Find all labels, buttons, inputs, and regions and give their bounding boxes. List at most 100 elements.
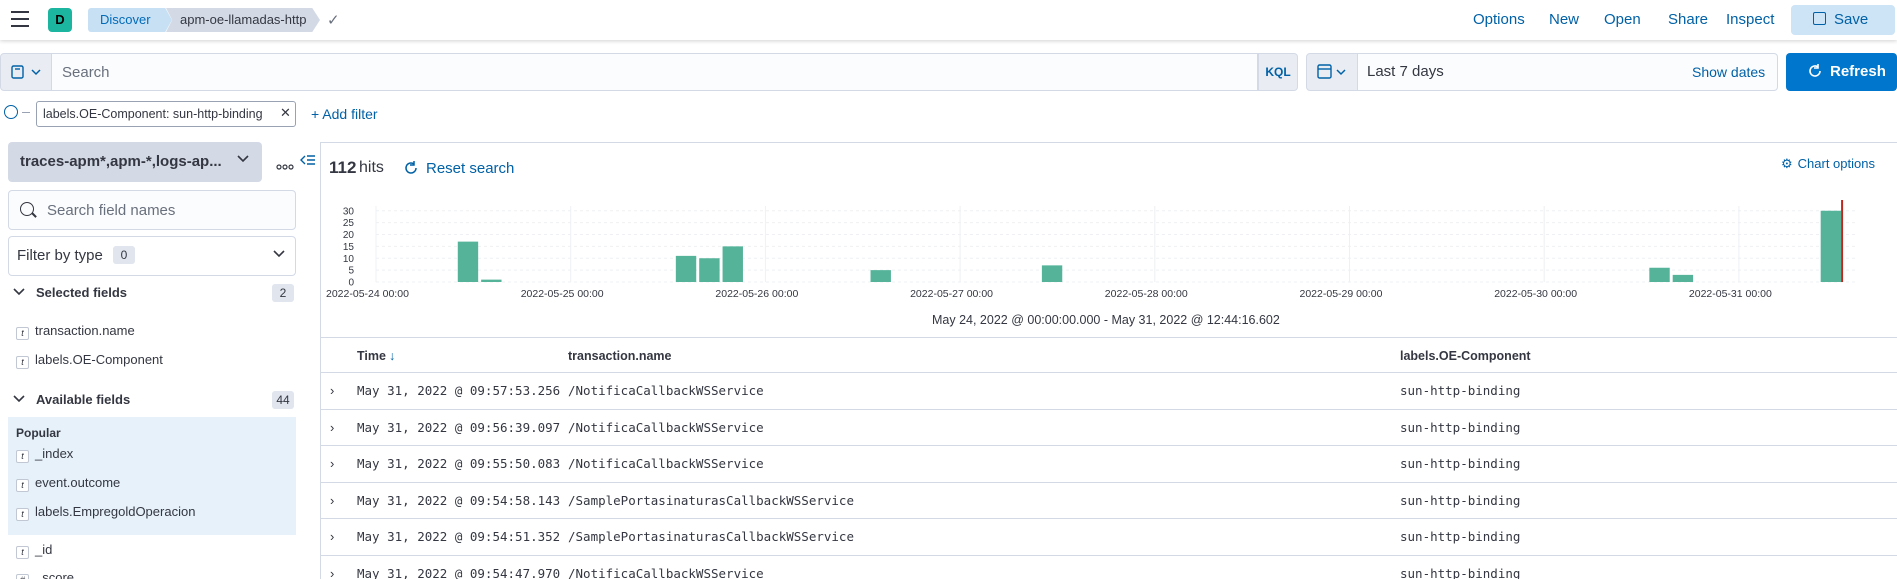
filter-menu-icon[interactable] <box>4 105 18 119</box>
close-icon[interactable]: ✕ <box>280 105 291 121</box>
date-range-text[interactable]: Last 7 days <box>1367 63 1444 80</box>
field-name: transaction.name <box>35 323 135 338</box>
table-row[interactable]: › May 31, 2022 @ 09:57:53.256/NotificaCal… <box>320 373 1897 410</box>
gear-icon: ⚙ <box>1781 156 1793 171</box>
selected-fields-count: 2 <box>272 284 294 302</box>
chevron-down-icon <box>236 152 250 169</box>
saved-query-button[interactable] <box>0 53 52 91</box>
kql-toggle-button[interactable]: KQL <box>1258 53 1298 91</box>
search-input[interactable] <box>52 54 1257 90</box>
add-filter-button[interactable]: + Add filter <box>311 106 378 122</box>
histogram-chart[interactable]: 051015202530 2022-05-24 00:00 2022-05-25 0… <box>320 196 1897 312</box>
documents-table: Time ↓ transaction.name labels.OE-Compone… <box>320 337 1897 579</box>
available-fields-title[interactable]: Available fields <box>36 392 130 407</box>
space-avatar[interactable]: D <box>48 8 72 32</box>
index-pattern-selector[interactable]: traces-apm*,apm-*,logs-ap... <box>8 142 262 182</box>
more-options-icon[interactable] <box>276 159 294 174</box>
chevron-down-icon[interactable] <box>13 286 25 301</box>
cell-component: sun-http-binding <box>1400 565 1521 579</box>
calendar-icon <box>1317 64 1346 79</box>
options-link[interactable]: Options <box>1473 11 1525 28</box>
chart-bar <box>1041 265 1063 282</box>
breadcrumb-discover[interactable]: Discover <box>88 8 172 32</box>
share-link[interactable]: Share <box>1668 11 1708 28</box>
chart-bar <box>1672 274 1694 282</box>
string-type-icon: t <box>16 450 29 463</box>
show-dates-link[interactable]: Show dates <box>1692 64 1765 80</box>
quick-date-button[interactable] <box>1306 53 1358 91</box>
expand-row-icon[interactable]: › <box>330 556 334 579</box>
cell-time: May 31, 2022 @ 09:54:47.970 <box>357 565 561 579</box>
column-header-time[interactable]: Time ↓ <box>357 338 395 374</box>
save-icon <box>1813 12 1826 25</box>
field-item[interactable]: t _id <box>16 542 52 559</box>
cell-transaction-name: /SamplePortasinaturasCallbackWSService <box>568 492 854 508</box>
x-tick-label: 2022-05-24 00:00 <box>326 288 409 300</box>
string-type-icon: t <box>16 546 29 559</box>
filter-divider <box>22 112 30 113</box>
filter-by-type-button[interactable]: Filter by type <box>8 236 296 276</box>
expand-row-icon[interactable]: › <box>330 446 334 482</box>
expand-row-icon[interactable]: › <box>330 410 334 446</box>
x-tick-label: 2022-05-27 00:00 <box>910 288 993 300</box>
refresh-icon <box>405 161 417 174</box>
reset-search-button[interactable]: Reset search <box>404 160 514 177</box>
filter-type-count-badge: 0 <box>113 246 135 264</box>
field-item[interactable]: t _index <box>16 446 73 463</box>
table-row[interactable]: › May 31, 2022 @ 09:54:58.143/SamplePorta… <box>320 483 1897 519</box>
menu-icon[interactable] <box>11 11 29 27</box>
field-item[interactable]: # _score <box>16 570 74 579</box>
table-row[interactable]: › May 31, 2022 @ 09:54:47.970/NotificaCal… <box>320 556 1897 579</box>
chart-options-button[interactable]: ⚙ Chart options <box>1781 156 1875 172</box>
available-fields-count: 44 <box>272 391 294 409</box>
hits-label: hits <box>359 159 384 176</box>
column-header-component[interactable]: labels.OE-Component <box>1400 338 1531 374</box>
cell-time: May 31, 2022 @ 09:54:58.143 <box>357 492 561 508</box>
field-item[interactable]: t labels.EmpregoldOperacion <box>16 504 195 521</box>
field-name: labels.OE-Component <box>35 352 163 367</box>
refresh-icon <box>1809 64 1821 77</box>
refresh-button[interactable]: Refresh <box>1786 53 1897 91</box>
field-name: _index <box>35 446 74 461</box>
y-tick-label: 15 <box>343 242 355 253</box>
chart-bar <box>722 246 743 282</box>
filter-pill[interactable]: labels.OE-Component: sun-http-binding <box>36 101 296 127</box>
string-type-icon: t <box>16 327 29 340</box>
save-button[interactable]: Save <box>1791 5 1895 35</box>
table-row[interactable]: › May 31, 2022 @ 09:54:51.352/SamplePorta… <box>320 519 1897 556</box>
new-link[interactable]: New <box>1549 11 1579 28</box>
inspect-link[interactable]: Inspect <box>1726 11 1774 28</box>
x-tick-label: 2022-05-25 00:00 <box>521 288 604 300</box>
field-item[interactable]: t transaction.name <box>16 323 135 340</box>
y-tick-label: 5 <box>348 266 354 277</box>
cell-component: sun-http-binding <box>1400 456 1521 471</box>
expand-row-icon[interactable]: › <box>330 373 334 409</box>
field-item[interactable]: t event.outcome <box>16 475 120 492</box>
expand-row-icon[interactable]: › <box>330 519 334 555</box>
column-header-transaction-name[interactable]: transaction.name <box>568 338 672 374</box>
x-tick-label: 2022-05-30 00:00 <box>1494 288 1577 300</box>
chart-time-range: May 24, 2022 @ 00:00:00.000 - May 31, 20… <box>932 313 1280 327</box>
chevron-down-icon[interactable] <box>13 393 25 408</box>
selected-fields-title[interactable]: Selected fields <box>36 285 127 300</box>
field-item[interactable]: t labels.OE-Component <box>16 352 163 369</box>
hits-count: 112 <box>329 158 357 177</box>
field-name: event.outcome <box>35 475 121 490</box>
cell-time: May 31, 2022 @ 09:57:53.256 <box>357 383 561 398</box>
cell-component: sun-http-binding <box>1400 492 1521 508</box>
y-tick-label: 25 <box>343 218 355 229</box>
field-name: labels.EmpregoldOperacion <box>35 504 196 519</box>
expand-row-icon[interactable]: › <box>330 483 334 519</box>
y-tick-label: 10 <box>343 254 355 265</box>
refresh-label: Refresh <box>1830 63 1886 80</box>
open-link[interactable]: Open <box>1604 11 1641 28</box>
cell-time: May 31, 2022 @ 09:54:51.352 <box>357 529 561 544</box>
field-search-input[interactable] <box>9 191 295 229</box>
popular-title: Popular <box>16 426 61 440</box>
table-row[interactable]: › May 31, 2022 @ 09:56:39.097/NotificaCal… <box>320 410 1897 446</box>
collapse-sidebar-icon[interactable] <box>300 153 316 170</box>
breadcrumb-saved-search: apm-oe-llamadas-http <box>166 8 320 32</box>
cell-time: May 31, 2022 @ 09:55:50.083 <box>357 456 561 471</box>
check-icon: ✓ <box>327 12 340 29</box>
table-row[interactable]: › May 31, 2022 @ 09:55:50.083/NotificaCal… <box>320 446 1897 483</box>
